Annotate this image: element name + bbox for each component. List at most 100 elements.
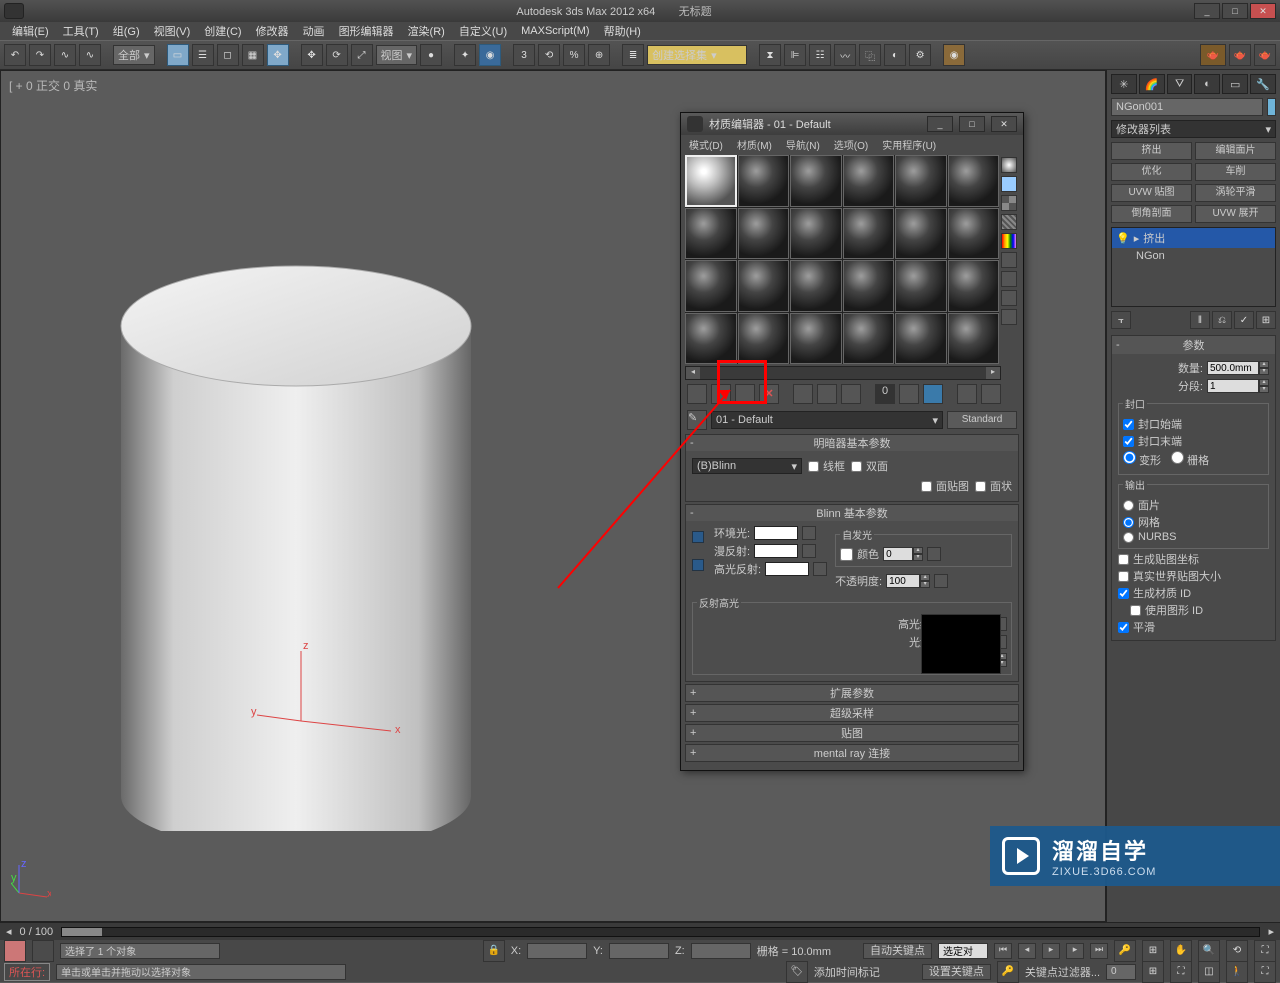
next-frame-icon[interactable]: ▸: [1066, 943, 1084, 959]
cap-morph-radio[interactable]: [1123, 451, 1136, 464]
sample-slot[interactable]: [948, 260, 1000, 312]
mat-close-button[interactable]: ✕: [991, 116, 1017, 132]
select-by-mat-icon[interactable]: [1001, 290, 1017, 306]
face-map-check[interactable]: [921, 481, 932, 492]
sample-slot[interactable]: [790, 260, 842, 312]
sample-slot[interactable]: [843, 260, 895, 312]
mirror-icon[interactable]: ⧗: [759, 44, 781, 66]
close-button[interactable]: ✕: [1250, 3, 1276, 19]
select-move-icon[interactable]: ✥: [267, 44, 289, 66]
add-time-tag-icon[interactable]: 🏷: [786, 961, 808, 983]
segments-spinner[interactable]: ▴▾: [1207, 379, 1269, 393]
ambient-lock-icon[interactable]: [692, 531, 704, 543]
menu-tools[interactable]: 工具(T): [63, 23, 99, 39]
sample-slot[interactable]: [895, 155, 947, 207]
ambient-map-btn[interactable]: [802, 526, 816, 540]
modifier-stack[interactable]: 💡▸挤出 NGon: [1111, 227, 1276, 307]
nav-fov-icon[interactable]: ◫: [1198, 961, 1220, 983]
link-icon[interactable]: ∿: [54, 44, 76, 66]
go-parent-icon[interactable]: [957, 384, 977, 404]
make-preview-icon[interactable]: [1001, 252, 1017, 268]
specular-map-btn[interactable]: [813, 562, 827, 576]
sample-slot[interactable]: [895, 208, 947, 260]
sample-slot[interactable]: [843, 313, 895, 365]
pin-stack-icon[interactable]: ⫟: [1111, 311, 1131, 329]
stack-item-ngon[interactable]: NGon: [1112, 248, 1275, 264]
add-time-tag-label[interactable]: 添加时间标记: [814, 964, 880, 980]
stack-item-extrude[interactable]: 💡▸挤出: [1112, 228, 1275, 248]
put-to-lib-icon[interactable]: [841, 384, 861, 404]
self-illum-spinner[interactable]: ▴▾: [883, 547, 923, 561]
mod-btn-bevel-profile[interactable]: 倒角剖面: [1111, 205, 1192, 223]
mat-menu-options[interactable]: 选项(O): [834, 137, 868, 152]
select-region-icon[interactable]: ◻: [217, 44, 239, 66]
cmd-tab-create[interactable]: ✳: [1111, 74, 1137, 94]
show-end-result-icon[interactable]: [923, 384, 943, 404]
cap-start-check[interactable]: [1123, 419, 1134, 430]
rollup-blinn-params[interactable]: -Blinn 基本参数: [686, 505, 1018, 521]
select-name-icon[interactable]: ☰: [192, 44, 214, 66]
sample-type-icon[interactable]: [1001, 157, 1017, 173]
cmd-tab-hierarchy[interactable]: ⛛: [1167, 74, 1193, 94]
app-icon[interactable]: [4, 3, 24, 19]
menu-animation[interactable]: 动画: [303, 23, 325, 39]
self-illum-color-check[interactable]: [840, 548, 853, 561]
background-icon[interactable]: [1001, 195, 1017, 211]
get-material-icon[interactable]: [687, 384, 707, 404]
shader-dropdown[interactable]: (B)Blinn▾: [692, 458, 802, 474]
sample-slot[interactable]: [948, 313, 1000, 365]
mod-btn-extrude[interactable]: 挤出: [1111, 142, 1192, 160]
render-prod-icon[interactable]: 🫖: [1229, 44, 1251, 66]
show-end-icon[interactable]: ‖: [1190, 311, 1210, 329]
schematic-icon[interactable]: ⿻: [859, 44, 881, 66]
make-unique-icon[interactable]: ⎌: [1212, 311, 1232, 329]
amount-spinner[interactable]: ▴▾: [1207, 361, 1269, 375]
sample-slot[interactable]: [685, 260, 737, 312]
put-to-scene-icon[interactable]: [711, 384, 731, 404]
uv-tile-icon[interactable]: [1001, 214, 1017, 230]
undo-icon[interactable]: ↶: [4, 44, 26, 66]
transform-gizmo[interactable]: x y z: [251, 611, 411, 771]
use-shape-id-check[interactable]: [1130, 605, 1141, 616]
menu-help[interactable]: 帮助(H): [604, 23, 641, 39]
minilistener-icon[interactable]: [4, 940, 26, 962]
menu-edit[interactable]: 编辑(E): [12, 23, 49, 39]
render-setup-icon[interactable]: ⚙: [909, 44, 931, 66]
object-name-input[interactable]: [1111, 98, 1263, 116]
nav-max-icon[interactable]: ⛶: [1254, 940, 1276, 962]
sample-slot[interactable]: [895, 313, 947, 365]
rollup-params[interactable]: -参数: [1112, 336, 1275, 354]
play-icon[interactable]: ▸: [1042, 943, 1060, 959]
reset-map-icon[interactable]: ✕: [759, 384, 779, 404]
render-iter-icon[interactable]: 🫖: [1254, 44, 1276, 66]
pivot-icon[interactable]: ●: [420, 44, 442, 66]
lock-icon[interactable]: 🔒: [483, 940, 505, 962]
nav-pan-icon[interactable]: ✋: [1170, 940, 1192, 962]
menu-customize[interactable]: 自定义(U): [459, 23, 507, 39]
rotate-icon[interactable]: ⟳: [326, 44, 348, 66]
selected-set-input[interactable]: [938, 943, 988, 959]
nav-orbit-icon[interactable]: ⟲: [1226, 940, 1248, 962]
layers-icon[interactable]: ☷: [809, 44, 831, 66]
menu-graph[interactable]: 图形编辑器: [339, 23, 394, 39]
render-icon[interactable]: 🫖: [1200, 44, 1226, 66]
frame-num-input[interactable]: [1106, 964, 1136, 980]
named-selection-set[interactable]: 创建选择集▾: [647, 45, 747, 65]
rollup-supersample[interactable]: +超级采样: [686, 705, 1018, 721]
nav-max2-icon[interactable]: ⛶: [1254, 961, 1276, 983]
sample-slot[interactable]: [790, 155, 842, 207]
selection-filter[interactable]: 全部▾: [113, 45, 155, 65]
maximize-button[interactable]: □: [1222, 3, 1248, 19]
video-check-icon[interactable]: [1001, 233, 1017, 249]
sample-slot[interactable]: [948, 155, 1000, 207]
set-key-button[interactable]: 设置关键点: [922, 964, 991, 980]
menu-render[interactable]: 渲染(R): [408, 23, 445, 39]
time-slider[interactable]: [61, 927, 1260, 937]
sample-slot-1[interactable]: [685, 155, 737, 207]
material-name-dropdown[interactable]: 01 - Default▾: [711, 411, 943, 429]
object-color-swatch[interactable]: [1267, 98, 1276, 116]
move-icon[interactable]: ✥: [301, 44, 323, 66]
rollup-mental-ray[interactable]: +mental ray 连接: [686, 745, 1018, 761]
mat-menu-nav[interactable]: 导航(N): [786, 137, 820, 152]
mat-menu-material[interactable]: 材质(M): [737, 137, 772, 152]
